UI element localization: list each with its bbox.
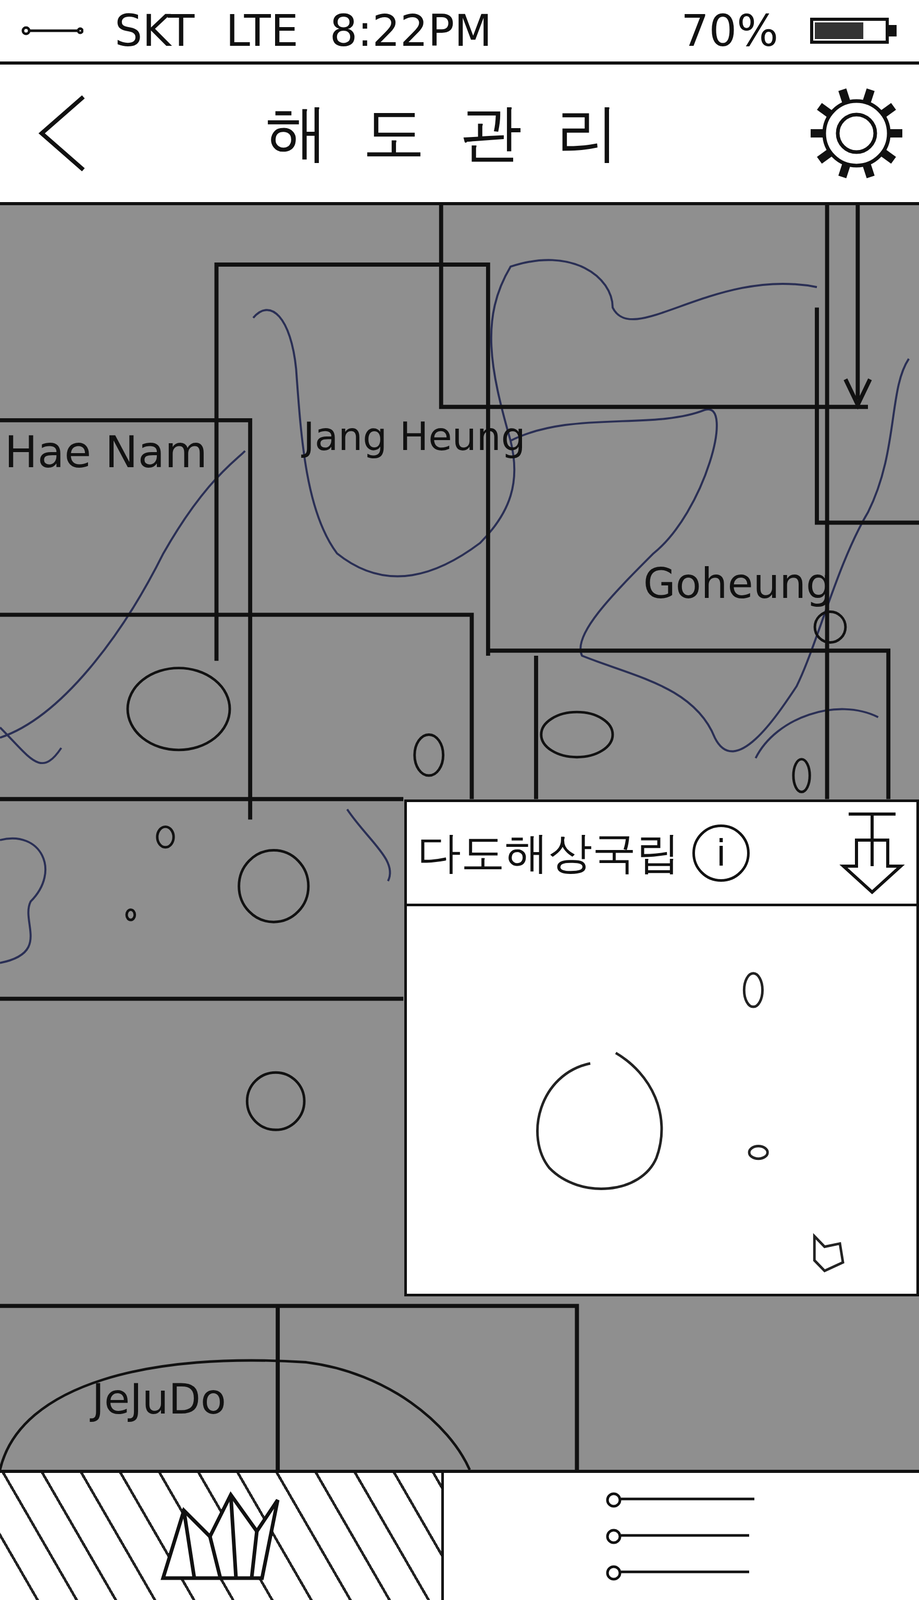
popup-map-preview [406,906,917,1295]
battery-icon [809,15,899,47]
list-icon [603,1484,760,1589]
map[interactable]: Hae Nam Jang Heung Goheung JeJuDo 다도해상국립i [0,205,919,1471]
folded-map-icon [152,1489,289,1584]
title: 해도관리 [125,91,794,177]
header: 해도관리 [0,64,919,206]
island-drawing [406,906,917,1295]
battery-percent: 70% [680,5,779,57]
screen: SKT LTE 8:22PM 70% 해도관리 Hae Nam Jang Heung Gohe… [0,0,919,1600]
region-label[interactable]: Hae Nam [4,426,208,478]
info-button[interactable]: i [692,824,750,883]
region-label[interactable]: Jang Heung [303,414,526,459]
gear-icon [804,81,909,186]
carrier: SKT [114,5,195,57]
settings-button[interactable] [804,81,909,186]
status-bar: SKT LTE 8:22PM 70% [0,0,919,65]
back-button[interactable] [10,81,115,186]
chevron-left-icon [31,91,94,176]
map-tab[interactable] [0,1473,444,1600]
region-label[interactable]: JeJuDo [91,1375,227,1424]
popup-title: 다도해상국립 [417,823,680,884]
popup-header: 다도해상국립i [406,802,917,907]
list-tab[interactable] [443,1473,919,1600]
signal-icon [20,20,84,42]
network: LTE [225,5,299,57]
time: 8:22PM [329,5,493,57]
region-label[interactable]: Goheung [643,559,833,608]
bottom-bar [0,1470,919,1600]
park-popup: 다도해상국립i [404,799,919,1297]
download-icon [838,809,906,898]
